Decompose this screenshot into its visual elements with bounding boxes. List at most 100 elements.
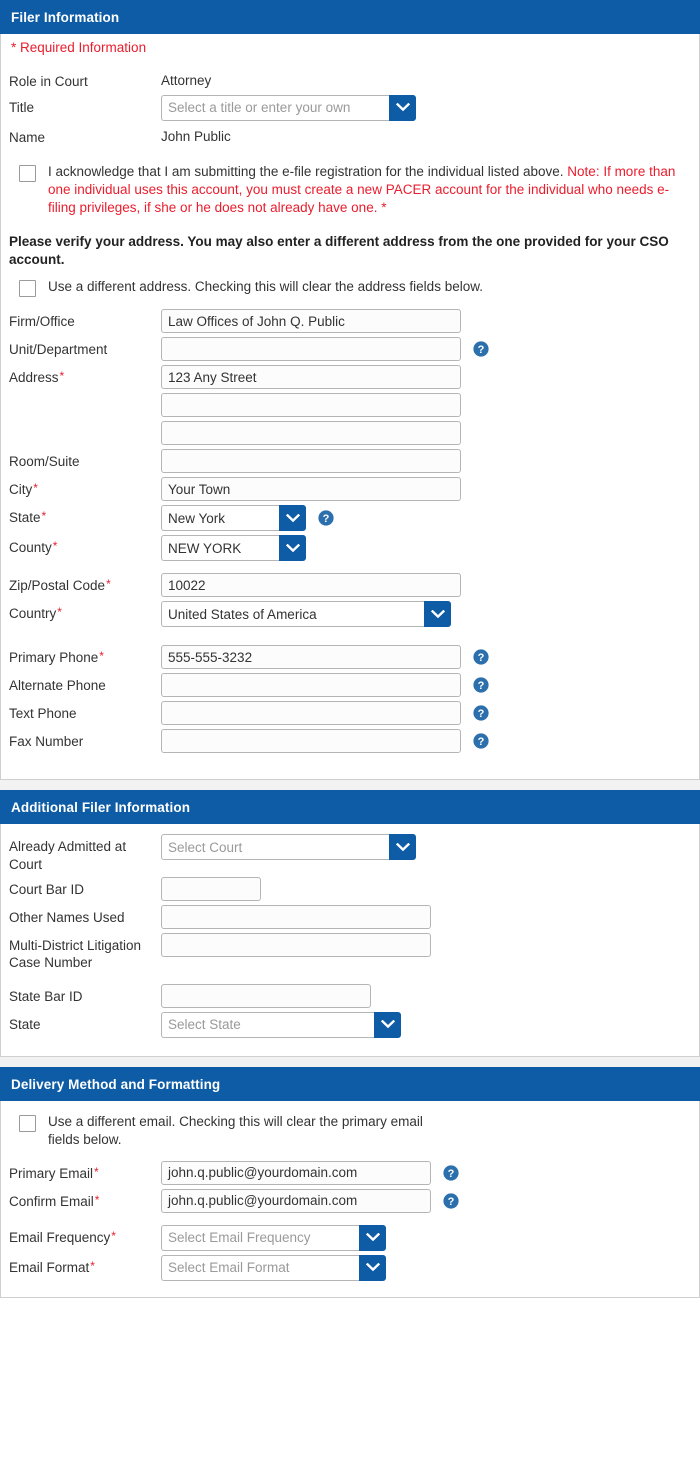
primary-phone-row: Primary Phone* 555-555-3232 ? — [1, 645, 699, 670]
country-select[interactable]: United States of America — [161, 601, 451, 628]
county-row: County* NEW YORK — [1, 535, 699, 562]
required-asterisk: * — [52, 539, 58, 554]
chevron-down-icon[interactable] — [374, 1011, 401, 1038]
help-icon[interactable]: ? — [473, 677, 489, 694]
city-row: City* Your Town — [1, 477, 699, 502]
court-bar-id-label: Court Bar ID — [9, 882, 85, 898]
help-icon[interactable]: ? — [443, 1165, 459, 1181]
county-select[interactable]: NEW YORK — [161, 535, 306, 562]
court-bar-id-row: Court Bar ID — [1, 877, 699, 902]
svg-text:?: ? — [448, 1196, 455, 1208]
name-value: John Public — [161, 128, 231, 144]
chevron-down-icon[interactable] — [279, 535, 306, 562]
help-icon[interactable]: ? — [473, 733, 489, 750]
email-format-select-value: Select Email Format — [161, 1254, 359, 1281]
required-asterisk: * — [106, 577, 111, 592]
additional-filer-information-panel: Already Admitted at Court Select Court C… — [0, 824, 700, 1057]
email-frequency-select[interactable]: Select Email Frequency — [161, 1224, 386, 1251]
primary-email-input[interactable]: john.q.public@yourdomain.com — [161, 1160, 431, 1185]
state-bar-id-label: State Bar ID — [9, 988, 83, 1004]
email-format-label: Email Format* — [9, 1258, 95, 1275]
confirm-email-label: Confirm Email* — [9, 1192, 100, 1209]
different-email-checkbox[interactable] — [19, 1114, 36, 1132]
acknowledge-text: I acknowledge that I am submitting the e… — [48, 163, 689, 217]
fax-number-input[interactable] — [161, 729, 461, 754]
mdl-case-number-input[interactable] — [161, 933, 431, 958]
role-in-court-label: Role in Court — [9, 74, 88, 89]
address-line-3-input[interactable] — [161, 421, 461, 446]
delivery-method-header: Delivery Method and Formatting — [0, 1066, 700, 1101]
country-row: Country* United States of America — [1, 601, 699, 628]
unit-department-row: Unit/Department ? — [1, 337, 699, 362]
help-icon[interactable]: ? — [473, 649, 489, 666]
additional-state-select[interactable]: Select State — [161, 1011, 401, 1038]
different-email-label: Use a different email. Checking this wil… — [48, 1113, 423, 1147]
state-bar-id-row: State Bar ID — [1, 983, 699, 1008]
help-icon[interactable]: ? — [473, 341, 489, 358]
fax-number-row: Fax Number ? — [1, 729, 699, 754]
filer-information-header: Filer Information — [0, 0, 700, 34]
help-icon[interactable]: ? — [318, 510, 334, 527]
email-format-select[interactable]: Select Email Format — [161, 1254, 386, 1281]
unit-department-input[interactable] — [161, 337, 461, 362]
alternate-phone-label: Alternate Phone — [9, 678, 106, 694]
city-input[interactable]: Your Town — [161, 477, 461, 502]
state-select-value: New York — [161, 505, 279, 532]
different-address-row[interactable]: Use a different address. Checking this w… — [1, 274, 699, 301]
name-row: Name John Public — [1, 125, 699, 147]
additional-state-row: State Select State — [1, 1011, 699, 1038]
state-select[interactable]: New York — [161, 505, 306, 532]
other-names-used-input[interactable] — [161, 905, 431, 930]
primary-email-row: Primary Email* john.q.public@yourdomain.… — [1, 1160, 699, 1185]
title-row: Title Select a title or enter your own — [1, 94, 699, 121]
alternate-phone-input[interactable] — [161, 673, 461, 698]
firm-office-row: Firm/Office Law Offices of John Q. Publi… — [1, 309, 699, 334]
chevron-down-icon[interactable] — [359, 1254, 386, 1281]
additional-filer-information-header: Additional Filer Information — [0, 790, 700, 825]
different-address-label: Use a different address. Checking this w… — [48, 279, 483, 295]
primary-email-label: Primary Email* — [9, 1164, 99, 1181]
chevron-down-icon[interactable] — [424, 601, 451, 628]
confirm-email-input[interactable]: john.q.public@yourdomain.com — [161, 1188, 431, 1213]
chevron-down-icon[interactable] — [279, 505, 306, 532]
text-phone-input[interactable] — [161, 701, 461, 726]
address-line-2-input[interactable] — [161, 393, 461, 418]
acknowledge-row[interactable]: I acknowledge that I am submitting the e… — [1, 159, 699, 221]
help-icon[interactable]: ? — [443, 1193, 459, 1209]
room-suite-input[interactable] — [161, 449, 461, 474]
state-row: State* New York ? — [1, 505, 699, 532]
required-asterisk: * — [33, 481, 38, 496]
fax-number-label: Fax Number — [9, 734, 84, 750]
chevron-down-icon[interactable] — [389, 834, 416, 861]
state-bar-id-input[interactable] — [161, 983, 371, 1008]
county-label: County* — [9, 539, 58, 556]
address-row: Address* 123 Any Street — [1, 365, 699, 390]
required-information-note: * Required Information — [11, 40, 147, 55]
address-line-1-input[interactable]: 123 Any Street — [161, 365, 461, 390]
court-bar-id-input[interactable] — [161, 877, 261, 902]
chevron-down-icon[interactable] — [359, 1224, 386, 1251]
email-format-row: Email Format* Select Email Format — [1, 1254, 699, 1281]
panel-separator — [0, 780, 700, 791]
room-suite-label: Room/Suite — [9, 454, 80, 470]
zip-input[interactable]: 10022 — [161, 573, 461, 598]
email-frequency-select-value: Select Email Frequency — [161, 1224, 359, 1251]
title-select[interactable]: Select a title or enter your own — [161, 94, 416, 121]
different-email-row[interactable]: Use a different email. Checking this wil… — [1, 1109, 699, 1153]
title-label: Title — [9, 99, 35, 115]
already-admitted-select[interactable]: Select Court — [161, 834, 416, 861]
required-asterisk: * — [90, 1258, 95, 1273]
registration-form-page: Filer Information * Required Information… — [0, 0, 700, 1298]
acknowledge-checkbox[interactable] — [19, 164, 36, 182]
confirm-email-row: Confirm Email* john.q.public@yourdomain.… — [1, 1188, 699, 1213]
text-phone-label: Text Phone — [9, 706, 77, 722]
chevron-down-icon[interactable] — [389, 94, 416, 121]
different-address-checkbox[interactable] — [19, 280, 36, 298]
svg-text:?: ? — [323, 513, 330, 525]
acknowledge-text-part1: I acknowledge that I am submitting the e… — [48, 163, 564, 179]
unit-department-label: Unit/Department — [9, 342, 108, 358]
required-asterisk: * — [99, 649, 104, 664]
firm-office-input[interactable]: Law Offices of John Q. Public — [161, 309, 461, 334]
help-icon[interactable]: ? — [473, 705, 489, 722]
primary-phone-input[interactable]: 555-555-3232 — [161, 645, 461, 670]
